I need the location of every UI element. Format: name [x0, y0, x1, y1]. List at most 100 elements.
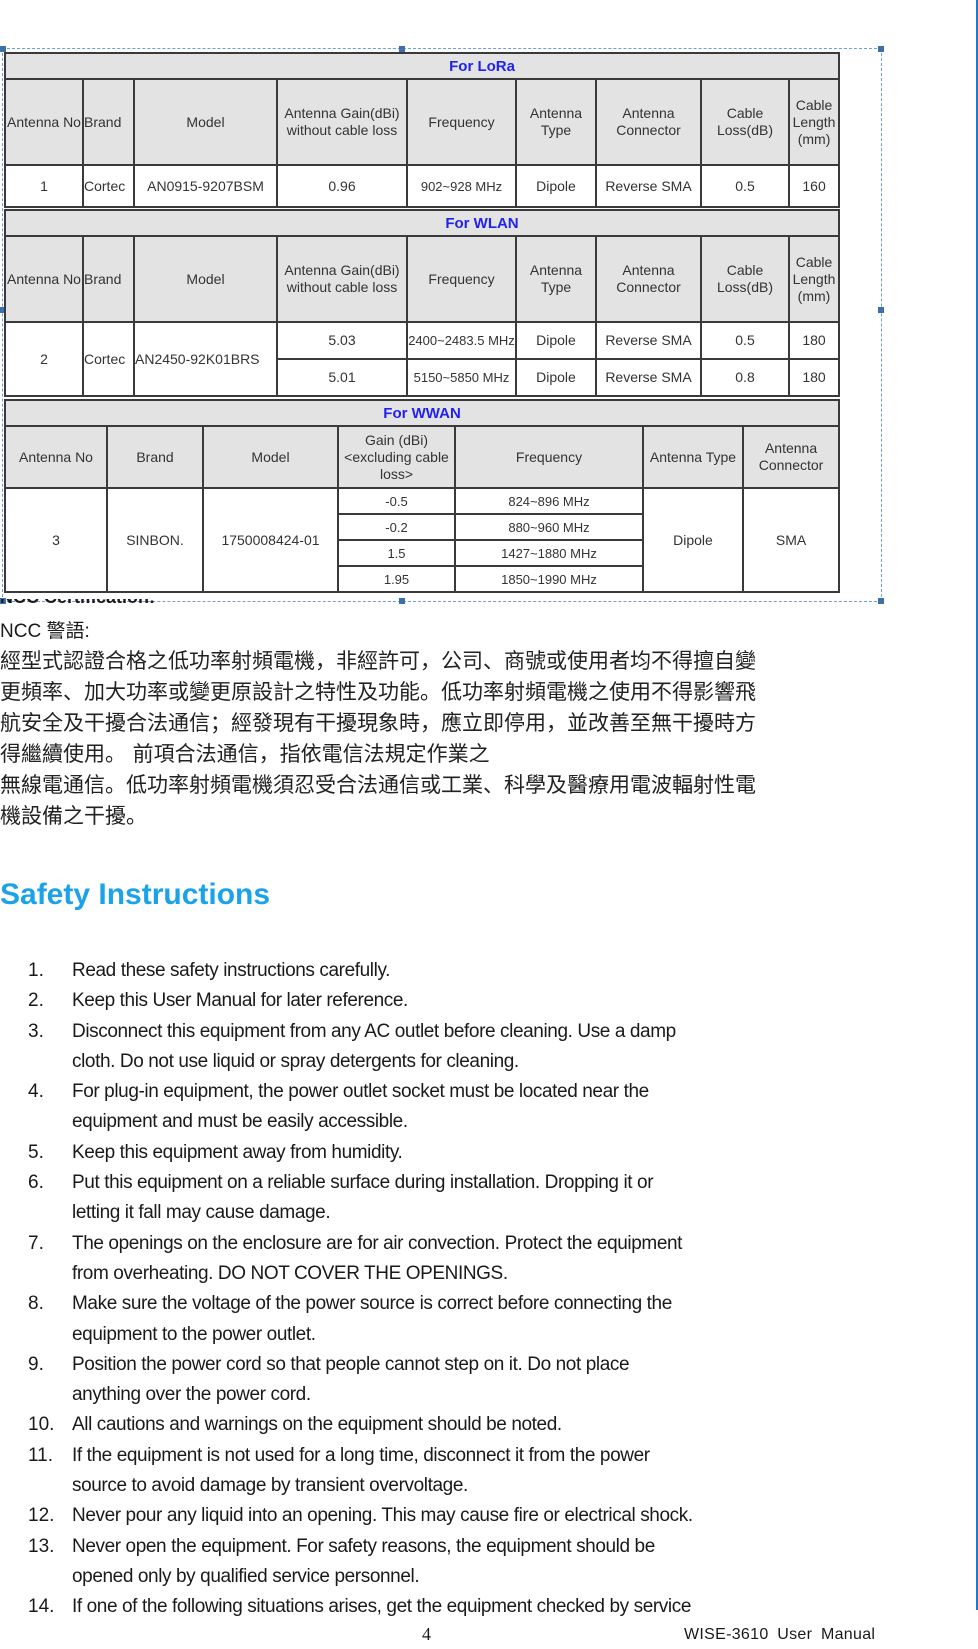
- cell-antenna-connector: Reverse SMA: [595, 321, 702, 360]
- header-antenna-connector: Antenna Connector: [741, 425, 841, 489]
- table-row: 3 SINBON. 1750008424-01 -0.5 824~896 MHz…: [4, 487, 841, 593]
- header-brand: Brand: [106, 425, 204, 489]
- cell-antenna-connector: SMA: [741, 487, 841, 593]
- cell-frequency: 1850~1990 MHz: [454, 565, 644, 593]
- ncc-line: 無線電通信。低功率射頻電機須忍受合法通信或工業、科學及醫療用電波輻射性電: [0, 773, 756, 797]
- safety-item-number: 1.: [28, 960, 44, 981]
- safety-item: 2. Keep this User Manual for later refere…: [28, 986, 888, 1016]
- safety-item-number: [28, 1259, 72, 1289]
- safety-item: 4. For plug-in equipment, the power outle…: [28, 1077, 888, 1107]
- cell-cable-length: 160: [787, 164, 841, 208]
- cell-frequency: 1427~1880 MHz: [454, 539, 644, 567]
- safety-item-text: Never pour any liquid into an opening. T…: [72, 1505, 693, 1527]
- safety-item-number: 4.: [28, 1081, 44, 1103]
- safety-item-number: [28, 1198, 72, 1228]
- cell-frequency: 5150~5850 MHz: [406, 358, 517, 397]
- safety-item-text: Disconnect this equipment from any AC ou…: [72, 1020, 676, 1042]
- cell-frequency: 824~896 MHz: [454, 487, 644, 515]
- safety-item: 8. Make sure the voltage of the power sou…: [28, 1289, 888, 1319]
- header-model: Model: [202, 425, 339, 489]
- cell-cable-length: 180: [788, 358, 840, 397]
- ncc-heading-text: NCC Certification:: [0, 599, 155, 607]
- safety-item: 7. The openings on the enclosure are for …: [28, 1229, 888, 1259]
- safety-item-number: 3.: [28, 1020, 44, 1042]
- safety-item-number: 14.: [28, 1596, 55, 1618]
- safety-item: 3. Disconnect this equipment from any AC …: [28, 1017, 888, 1047]
- header-gain: Antenna Gain(dBi) without cable loss: [276, 78, 408, 166]
- cell-frequency: 880~960 MHz: [454, 513, 644, 541]
- safety-item-number: 10.: [28, 1414, 55, 1436]
- header-frequency: Frequency: [406, 235, 517, 323]
- header-brand: Brand: [82, 235, 135, 323]
- safety-item-text: from overheating. DO NOT COVER THE OPENI…: [72, 1262, 508, 1284]
- section-title-lora: For LoRa: [3, 52, 841, 80]
- footer-doc-title: WISE-3610 User Manual: [684, 1626, 876, 1643]
- cell-gain: 1.5: [337, 539, 456, 567]
- lora-antenna-table: For LoRa Antenna No Brand Model Antenna …: [3, 52, 841, 208]
- safety-item-text: If the equipment is not used for a long …: [72, 1444, 650, 1466]
- safety-item-text: All cautions and warnings on the equipme…: [72, 1414, 562, 1436]
- safety-item-number: 11.: [28, 1444, 54, 1466]
- section-title-wlan: For WLAN: [4, 209, 840, 237]
- ncc-line: 機設備之干擾。: [0, 804, 147, 828]
- cell-antenna-connector: Reverse SMA: [595, 164, 702, 208]
- header-cable-loss: Cable Loss(dB): [700, 235, 790, 323]
- safety-item: 13. Never open the equipment. For safety …: [28, 1532, 888, 1562]
- header-antenna-no: Antenna No: [4, 425, 108, 489]
- cell-cable-loss: 0.8: [700, 358, 790, 397]
- safety-item-text: cloth. Do not use liquid or spray deterg…: [72, 1050, 519, 1072]
- cell-model: AN2450-92K01BRS: [133, 321, 278, 397]
- cell-antenna-no: 3: [4, 487, 108, 593]
- cell-antenna-type: Dipole: [642, 487, 744, 593]
- safety-item-text: Position the power cord so that people c…: [72, 1353, 630, 1375]
- header-frequency: Frequency: [454, 425, 644, 489]
- safety-item: 10. All cautions and warnings on the equi…: [28, 1410, 888, 1440]
- wwan-antenna-table: For WWAN Antenna No Brand Model Gain (dB…: [3, 399, 841, 593]
- safety-item-number: [28, 1562, 72, 1592]
- header-antenna-no: Antenna No: [4, 78, 84, 166]
- safety-item-text: letting it fall may cause damage.: [72, 1202, 331, 1224]
- header-antenna-no: Antenna No: [4, 235, 84, 323]
- safety-item: letting it fall may cause damage.: [28, 1198, 888, 1228]
- header-frequency: Frequency: [406, 78, 517, 166]
- cell-gain: -0.5: [337, 487, 456, 515]
- safety-item-number: [28, 1320, 72, 1350]
- cell-brand: Cortec: [82, 164, 135, 208]
- safety-item: anything over the power cord.: [28, 1380, 888, 1410]
- safety-item-number: 13.: [28, 1535, 55, 1557]
- safety-item: equipment and must be easily accessible.: [28, 1107, 888, 1137]
- safety-item-number: 6.: [28, 1172, 44, 1194]
- header-brand: Brand: [82, 78, 135, 166]
- safety-item-number: [28, 1107, 72, 1137]
- safety-item-number: [28, 1047, 72, 1077]
- safety-item-text: For plug-in equipment, the power outlet …: [72, 1081, 649, 1103]
- safety-item-number: 7.: [28, 1232, 44, 1254]
- safety-item-text: Never open the equipment. For safety rea…: [72, 1535, 655, 1557]
- cell-cable-length: 180: [788, 321, 840, 360]
- safety-item-number: 2.: [28, 990, 44, 1012]
- safety-item-text: equipment to the power outlet.: [72, 1323, 316, 1345]
- safety-item: opened only by qualified service personn…: [28, 1562, 888, 1592]
- safety-item: cloth. Do not use liquid or spray deterg…: [28, 1047, 888, 1077]
- safety-item-text: opened only by qualified service personn…: [72, 1565, 420, 1587]
- safety-item-number: [28, 1471, 72, 1501]
- resize-handle[interactable]: [878, 307, 884, 313]
- safety-item-text: Put this equipment on a reliable surface…: [72, 1172, 654, 1194]
- safety-item-text: The openings on the enclosure are for ai…: [72, 1232, 683, 1254]
- ncc-line: 航安全及干擾合法通信；經發現有干擾現象時，應立即停用，並改善至無干擾時方: [0, 711, 756, 735]
- cell-gain: 1.95: [337, 565, 456, 593]
- safety-item-number: 8.: [28, 1293, 44, 1315]
- cell-antenna-no: 1: [4, 164, 84, 208]
- resize-handle[interactable]: [878, 46, 884, 52]
- cell-antenna-type: Dipole: [515, 358, 597, 397]
- header-model: Model: [133, 78, 278, 166]
- cell-brand: Cortec: [82, 321, 135, 397]
- safety-item: 6. Put this equipment on a reliable surfa…: [28, 1168, 888, 1198]
- cell-cable-loss: 0.5: [700, 321, 790, 360]
- safety-item-text: equipment and must be easily accessible.: [72, 1111, 408, 1133]
- page-number: 4: [422, 1624, 431, 1644]
- resize-handle[interactable]: [878, 598, 884, 604]
- ncc-line: 得繼續使用。 前項合法通信，指依電信法規定作業之: [0, 742, 490, 766]
- cell-model: AN0915-9207BSM: [133, 164, 278, 208]
- safety-item-number: 12.: [28, 1505, 55, 1527]
